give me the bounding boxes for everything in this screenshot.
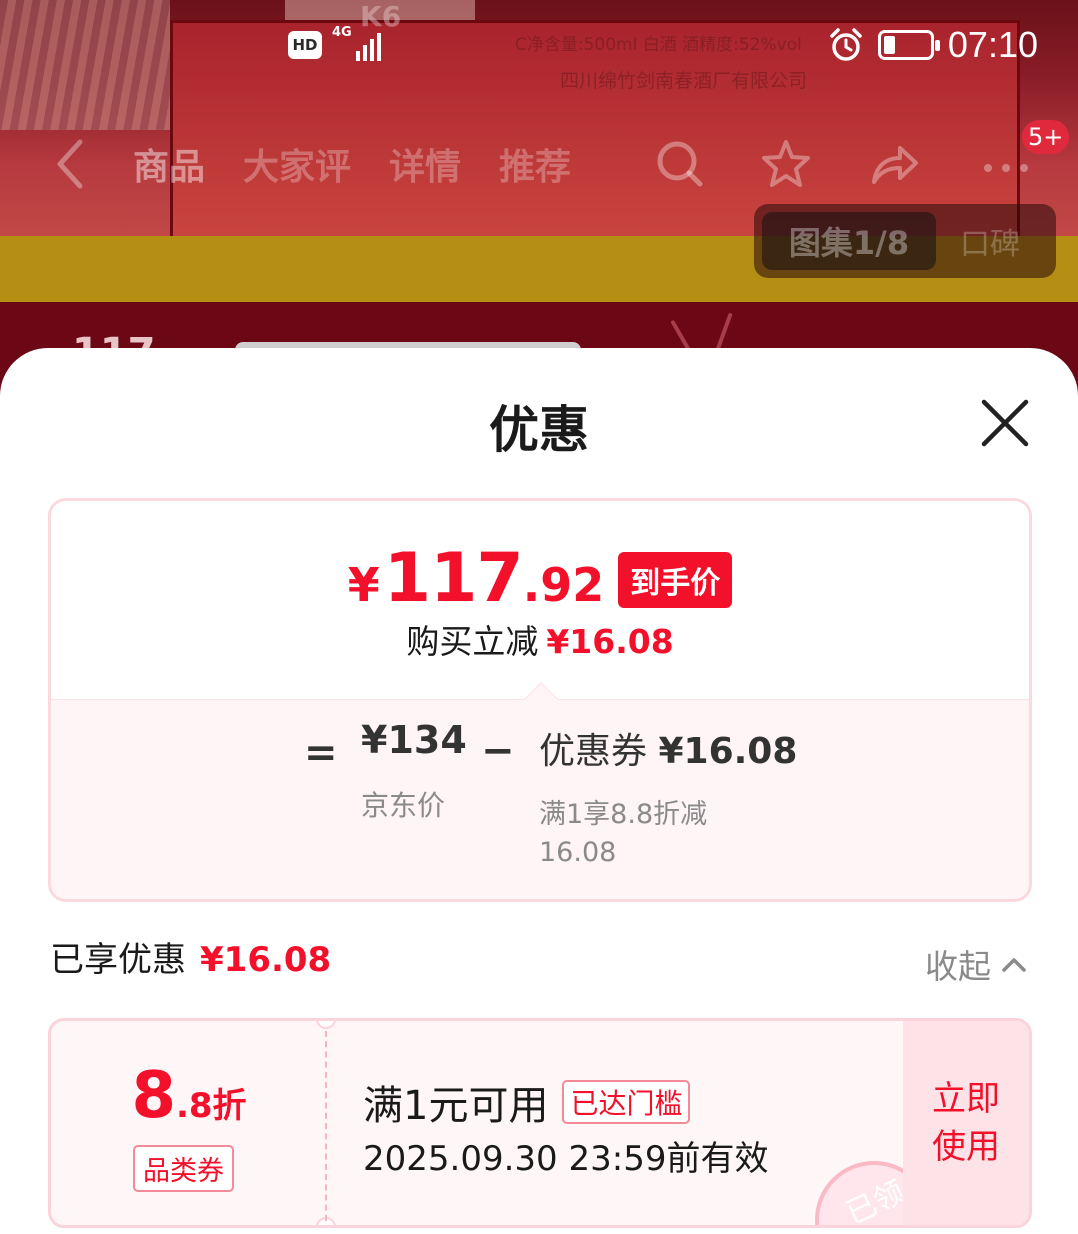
price-breakdown: = ¥134 京东价 − 优惠券 ¥16.08 满1享8.8折减16.08	[51, 699, 1029, 899]
final-price-section: ¥ 117 .92 到手价 购买立减 ¥16.08	[51, 501, 1029, 699]
currency-symbol: ¥	[347, 558, 380, 612]
coupon-column: 优惠券 ¥16.08 满1享8.8折减16.08	[539, 722, 797, 872]
coupon-validity: 2025.09.30 23:59前有效	[363, 1139, 769, 1179]
word-of-mouth-tab[interactable]: 口碑	[960, 212, 1020, 270]
coupon-value-integer: 8	[131, 1059, 176, 1133]
threshold-reached-badge: 已达门槛	[562, 1080, 691, 1124]
tab-recommend[interactable]: 推荐	[499, 138, 571, 190]
box-print-2: 四川绵竹剑南春酒厂有限公司	[560, 70, 808, 92]
coupon-type-badge: 品类券	[133, 1145, 234, 1192]
search-icon[interactable]	[652, 136, 708, 192]
gallery-switch: 图集1/8 口碑	[754, 204, 1056, 278]
status-time: 07:10	[947, 24, 1038, 65]
coupon-card: 8.8折 品类券 满1元可用 已达门槛 2025.09.30 23:59前有效 …	[48, 1018, 1032, 1228]
battery-icon	[877, 30, 940, 60]
tab-reviews[interactable]: 大家评	[243, 138, 351, 190]
coupon-condition: 满1元可用 已达门槛	[363, 1073, 691, 1131]
jd-price-label: 京东价	[361, 789, 446, 822]
final-price-badge: 到手价	[618, 552, 733, 608]
price-summary-card: ¥ 117 .92 到手价 购买立减 ¥16.08 = ¥134 京东价 − 优惠…	[48, 498, 1032, 902]
alarm-icon	[830, 28, 862, 61]
sheet-title: 优惠	[489, 401, 589, 459]
coupon-divider	[325, 1031, 327, 1221]
use-now-button[interactable]: 立即使用	[903, 1021, 1029, 1225]
hd-icon: HD	[288, 31, 322, 59]
jd-price-column: ¥134 京东价	[361, 718, 467, 824]
message-count-badge: 5+	[1022, 120, 1070, 154]
close-icon[interactable]	[976, 394, 1034, 452]
enjoyed-discount-label: 已享优惠	[50, 940, 186, 980]
tab-details[interactable]: 详情	[389, 138, 461, 190]
coupon-deduction-label: 优惠券	[539, 731, 648, 772]
tab-product[interactable]: 商品	[133, 138, 205, 190]
back-icon[interactable]	[50, 136, 90, 192]
collapse-label: 收起	[925, 947, 991, 986]
coupon-rule: 满1享8.8折减16.08	[539, 799, 708, 868]
coupon-discount-value: 8.8折	[51, 1059, 327, 1133]
jd-price: ¥134	[361, 718, 467, 762]
status-bar-right: 07:10	[828, 22, 1038, 68]
price-decimal: .92	[522, 558, 605, 612]
chevron-up-icon	[1002, 958, 1026, 972]
gallery-tab[interactable]: 图集1/8	[762, 212, 936, 270]
minus-sign: −	[481, 728, 515, 774]
network-type: 4G	[332, 25, 352, 40]
status-bar-left: HD 4G	[288, 22, 381, 68]
equals-sign: =	[304, 730, 338, 776]
final-price: ¥ 117 .92 到手价	[51, 539, 1029, 618]
enjoyed-discount: 已享优惠 ¥16.08	[50, 932, 331, 981]
enjoyed-discount-amount: ¥16.08	[200, 940, 332, 980]
hero-decoration	[0, 0, 170, 130]
coupon-condition-text: 满1元可用	[363, 1083, 549, 1129]
nav-tabs: 商品 大家评 详情 推荐	[133, 138, 571, 190]
instant-discount-label: 购买立减	[406, 622, 539, 661]
price-integer: 117	[383, 539, 524, 618]
instant-discount: 购买立减 ¥16.08	[51, 615, 1029, 663]
signal-icon: 4G	[332, 25, 381, 61]
instant-discount-amount: ¥16.08	[546, 622, 674, 661]
collapse-button[interactable]: 收起	[925, 940, 1027, 988]
share-icon[interactable]	[866, 136, 922, 192]
discount-sheet: 优惠 ¥ 117 .92 到手价 购买立减 ¥16.08 = ¥134 京东价 −	[0, 348, 1078, 1234]
favorite-star-icon[interactable]	[758, 136, 814, 192]
box-print-1: C净含量:500ml 白酒 酒精度:52%vol	[515, 35, 802, 55]
coupon-value-suffix: .8折	[175, 1086, 247, 1126]
coupon-deduction-amount: ¥16.08	[658, 731, 798, 772]
claimed-stamp-text: 已领	[840, 1174, 911, 1228]
product-nav-bar: 商品 大家评 详情 推荐	[0, 128, 1078, 198]
coupon-deduction: 优惠券 ¥16.08	[539, 722, 797, 774]
coupon-value-section: 8.8折 品类券	[51, 1021, 327, 1225]
